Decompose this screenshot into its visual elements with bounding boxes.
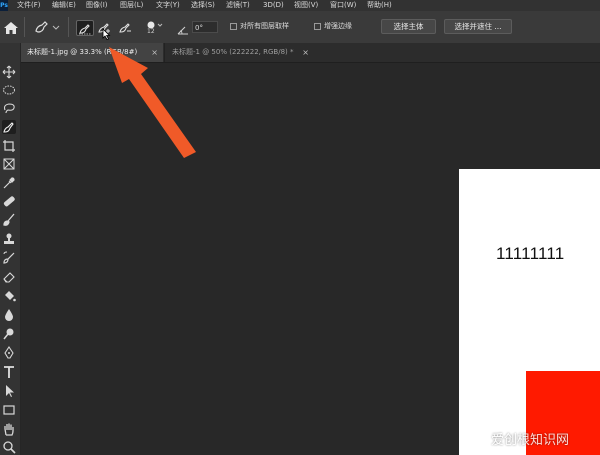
separator [68, 17, 69, 37]
menu-file[interactable]: 文件(F) [17, 0, 41, 11]
select-subject-button[interactable]: 选择主体 [381, 19, 436, 34]
paint-bucket-icon[interactable] [2, 289, 16, 303]
document-canvas[interactable]: 11111111 [459, 169, 600, 455]
pen-icon[interactable] [2, 346, 16, 360]
subtract-from-selection-brush-button[interactable] [117, 20, 133, 34]
brush-size-picker[interactable]: 12 [145, 16, 163, 38]
tab-label: 未标题-1.jpg @ 33.3% (RGB/8#) [27, 48, 138, 56]
document-tab-bar: 未标题-1.jpg @ 33.3% (RGB/8#) × 未标题-1 @ 50%… [20, 43, 600, 63]
tab-document-2[interactable]: 未标题-1 @ 50% (222222, RGB/8) * × [164, 43, 314, 62]
tool-preset-picker[interactable] [33, 19, 63, 35]
eyedropper-icon[interactable] [2, 176, 16, 190]
menu-bar: Ps 文件(F) 编辑(E) 图像(I) 图层(L) 文字(Y) 选择(S) 滤… [0, 0, 600, 11]
menu-edit[interactable]: 编辑(E) [52, 0, 76, 11]
menu-select[interactable]: 选择(S) [191, 0, 215, 11]
history-brush-icon[interactable] [2, 251, 16, 265]
frame-icon[interactable] [2, 157, 16, 171]
type-icon[interactable] [2, 365, 16, 379]
brush-icon[interactable] [2, 213, 16, 227]
move-icon[interactable] [2, 65, 16, 79]
separator [24, 17, 25, 37]
sample-all-layers-label: 对所有图层取样 [240, 22, 289, 30]
enhance-edge-checkbox[interactable] [314, 23, 321, 30]
dodge-icon[interactable] [2, 327, 16, 341]
angle-icon [176, 21, 190, 35]
brush-size-value: 12 [147, 28, 155, 35]
tools-panel [0, 43, 21, 455]
sample-all-layers-checkbox[interactable] [230, 23, 237, 30]
path-selection-icon[interactable] [2, 384, 16, 398]
lasso-icon[interactable] [2, 101, 16, 115]
menu-image[interactable]: 图像(I) [86, 0, 108, 11]
menu-layer[interactable]: 图层(L) [120, 0, 143, 11]
eraser-icon[interactable] [2, 270, 16, 284]
enhance-edge-label: 增强边缘 [324, 22, 352, 30]
photoshop-logo: Ps [0, 0, 8, 11]
watermark: 爱创根知识网 [491, 433, 570, 448]
rectangle-icon[interactable] [2, 403, 16, 417]
new-selection-brush-button[interactable] [76, 20, 94, 36]
crop-icon[interactable] [2, 139, 16, 153]
menu-3d[interactable]: 3D(D) [263, 0, 284, 11]
menu-help[interactable]: 帮助(H) [367, 0, 392, 11]
options-bar: 12 0° 对所有图层取样 增强边缘 选择主体 选择并遮住 ... [0, 11, 600, 44]
tab-label: 未标题-1 @ 50% (222222, RGB/8) * [172, 48, 294, 56]
tab-document-1[interactable]: 未标题-1.jpg @ 33.3% (RGB/8#) × [20, 43, 163, 62]
close-icon[interactable]: × [302, 43, 309, 62]
close-icon[interactable]: × [151, 43, 158, 62]
home-icon[interactable] [3, 20, 19, 34]
menu-window[interactable]: 窗口(W) [330, 0, 356, 11]
mouse-cursor-icon [102, 28, 111, 40]
document-text: 11111111 [496, 244, 565, 263]
hand-icon[interactable] [2, 422, 16, 436]
menu-filter[interactable]: 滤镜(T) [226, 0, 250, 11]
angle-input[interactable]: 0° [192, 21, 218, 33]
quick-selection-icon[interactable] [2, 120, 16, 134]
zoom-icon[interactable] [2, 440, 16, 454]
select-and-mask-button[interactable]: 选择并遮住 ... [444, 19, 512, 34]
stamp-icon[interactable] [2, 232, 16, 246]
blur-icon[interactable] [2, 308, 16, 322]
marquee-icon[interactable] [2, 83, 16, 97]
healing-icon[interactable] [2, 194, 16, 208]
menu-type[interactable]: 文字(Y) [156, 0, 180, 11]
menu-view[interactable]: 视图(V) [294, 0, 318, 11]
